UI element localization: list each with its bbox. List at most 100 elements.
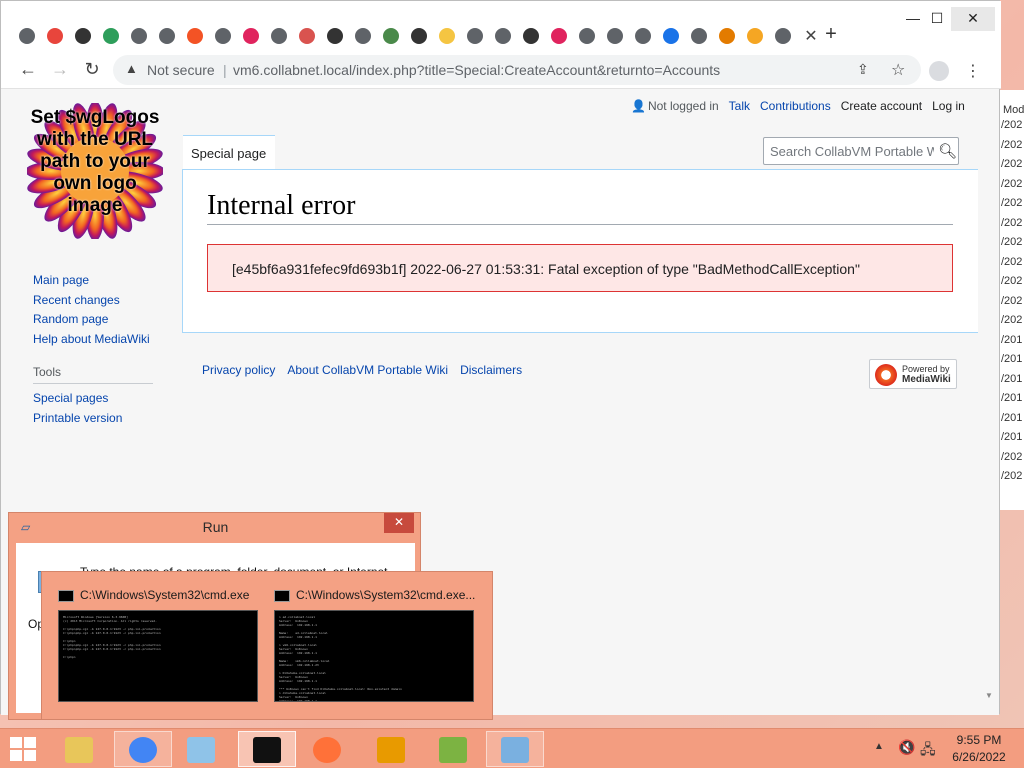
search-icon[interactable]: 🔍︎ bbox=[938, 142, 957, 160]
cmd-icon bbox=[253, 737, 281, 763]
browser-tab[interactable] bbox=[685, 23, 713, 49]
taskbar-app-firefox[interactable] bbox=[298, 731, 356, 767]
tab-favicon-icon bbox=[187, 28, 203, 44]
notepad-app-icon bbox=[187, 737, 215, 763]
background-window[interactable]: Mod /202/202/202/202/202/202/202/202/202… bbox=[996, 90, 1024, 510]
bg-row: /201 bbox=[1001, 353, 1023, 365]
warning-icon[interactable]: ▲ bbox=[125, 61, 138, 76]
reload-icon[interactable]: ↻ bbox=[81, 59, 103, 81]
bookmark-star-icon[interactable]: ☆ bbox=[891, 60, 905, 80]
create-account-link[interactable]: Create account bbox=[841, 99, 922, 113]
browser-tab[interactable] bbox=[181, 23, 209, 49]
scroll-down-arrow-icon[interactable]: ▼ bbox=[985, 691, 993, 700]
powered-by-text: Powered by bbox=[902, 364, 950, 374]
bg-row: /202 bbox=[1001, 177, 1023, 190]
browser-tab[interactable] bbox=[545, 23, 573, 49]
profile-icon[interactable] bbox=[929, 61, 949, 81]
browser-tab[interactable] bbox=[769, 23, 797, 49]
bg-column-header: Mod bbox=[1003, 104, 1024, 116]
bg-row: /202 bbox=[1001, 119, 1023, 131]
talk-link[interactable]: Talk bbox=[729, 99, 750, 113]
browser-tab[interactable] bbox=[321, 23, 349, 49]
tray-up-arrow-icon[interactable]: ▲ bbox=[874, 741, 884, 752]
bg-row: /202 bbox=[1001, 294, 1023, 307]
browser-tab[interactable] bbox=[69, 23, 97, 49]
powered-by-mediawiki-badge[interactable]: Powered by MediaWiki bbox=[869, 359, 957, 389]
taskbar-app-search-magnifier[interactable] bbox=[362, 731, 420, 767]
console-line: Address: 192.168.1.1 bbox=[279, 699, 317, 702]
sound-muted-icon[interactable]: 🔇 bbox=[898, 739, 915, 756]
taskbar-app-chrome[interactable] bbox=[114, 731, 172, 767]
user-status-text: Not logged in bbox=[647, 99, 719, 113]
forward-arrow-icon[interactable]: → bbox=[49, 59, 71, 81]
run-dialog-title: Run bbox=[202, 519, 229, 535]
browser-tab[interactable] bbox=[13, 23, 41, 49]
taskbar-app-cmd[interactable] bbox=[238, 731, 296, 767]
run-close-button[interactable]: ✕ bbox=[384, 513, 414, 533]
browser-tab[interactable] bbox=[517, 23, 545, 49]
clock-time[interactable]: 9:55 PM bbox=[940, 733, 1018, 747]
browser-tab[interactable] bbox=[153, 23, 181, 49]
browser-tab[interactable] bbox=[377, 23, 405, 49]
search-input[interactable]: Search CollabVM Portable W 🔍︎ bbox=[763, 137, 959, 165]
browser-tab[interactable] bbox=[265, 23, 293, 49]
contributions-link[interactable]: Contributions bbox=[760, 99, 831, 113]
taskbar-app-file-explorer[interactable] bbox=[50, 731, 108, 767]
tools-link[interactable]: Special pages bbox=[33, 389, 122, 409]
browser-tab[interactable] bbox=[97, 23, 125, 49]
browser-tab[interactable] bbox=[573, 23, 601, 49]
taskbar-app-notepad-plus-plus[interactable] bbox=[424, 731, 482, 767]
url-text[interactable]: vm6.collabnet.local/index.php?title=Spec… bbox=[233, 62, 720, 78]
start-button-windows-icon[interactable] bbox=[10, 737, 38, 761]
kebab-menu-icon[interactable]: ⋮ bbox=[965, 61, 981, 81]
browser-tab[interactable] bbox=[209, 23, 237, 49]
network-icon[interactable]: 🖧 bbox=[920, 739, 936, 763]
tab-favicon-icon bbox=[467, 28, 483, 44]
browser-tab[interactable] bbox=[657, 23, 685, 49]
browser-tab[interactable] bbox=[741, 23, 769, 49]
browser-tab[interactable] bbox=[461, 23, 489, 49]
new-tab-button[interactable]: + bbox=[819, 23, 843, 47]
browser-tab[interactable] bbox=[349, 23, 377, 49]
browser-tab[interactable] bbox=[433, 23, 461, 49]
taskbar-app-run[interactable] bbox=[486, 731, 544, 767]
clock-date[interactable]: 6/26/2022 bbox=[940, 750, 1018, 764]
log-in-link[interactable]: Log in bbox=[932, 99, 965, 113]
tab-favicon-icon bbox=[439, 28, 455, 44]
privacy-policy-link[interactable]: Privacy policy bbox=[202, 363, 275, 377]
tab-favicon-icon bbox=[271, 28, 287, 44]
sidebar-navigation: Main page Recent changes Random page Help a… bbox=[33, 271, 150, 349]
security-label[interactable]: Not secure bbox=[147, 62, 215, 78]
disclaimers-link[interactable]: Disclaimers bbox=[460, 363, 522, 377]
browser-tab[interactable] bbox=[293, 23, 321, 49]
browser-tab[interactable] bbox=[713, 23, 741, 49]
browser-tab[interactable] bbox=[601, 23, 629, 49]
sidebar-link[interactable]: Help about MediaWiki bbox=[33, 330, 150, 350]
bg-row: /202 bbox=[1001, 255, 1023, 268]
tab-favicon-icon bbox=[775, 28, 791, 44]
share-icon[interactable]: ⇪ bbox=[857, 61, 869, 78]
browser-tab[interactable] bbox=[237, 23, 265, 49]
tab-special-page[interactable]: Special page bbox=[183, 135, 275, 171]
address-bar[interactable]: ▲ Not secure | vm6.collabnet.local/index… bbox=[113, 55, 921, 85]
mediawiki-icon bbox=[875, 364, 897, 386]
tab-favicon-icon bbox=[47, 28, 63, 44]
browser-tab[interactable] bbox=[41, 23, 69, 49]
tab-favicon-icon bbox=[691, 28, 707, 44]
tab-favicon-icon bbox=[383, 28, 399, 44]
browser-tab[interactable] bbox=[489, 23, 517, 49]
sidebar-link[interactable]: Recent changes bbox=[33, 291, 150, 311]
sidebar-link[interactable]: Random page bbox=[33, 310, 150, 330]
taskbar-app-notepad-app[interactable] bbox=[172, 731, 230, 767]
browser-tab[interactable] bbox=[405, 23, 433, 49]
about-link[interactable]: About CollabVM Portable Wiki bbox=[287, 363, 448, 377]
close-window-button[interactable]: ✕ bbox=[951, 7, 995, 31]
tab-favicon-icon bbox=[75, 28, 91, 44]
sidebar-link[interactable]: Main page bbox=[33, 271, 150, 291]
browser-tab[interactable] bbox=[629, 23, 657, 49]
browser-tab[interactable] bbox=[125, 23, 153, 49]
tools-link[interactable]: Printable version bbox=[33, 409, 122, 429]
user-icon: 👤 bbox=[631, 99, 646, 113]
back-arrow-icon[interactable]: ← bbox=[17, 59, 39, 81]
wiki-logo[interactable]: Set $wgLogos with the URL path to your o… bbox=[25, 101, 165, 241]
